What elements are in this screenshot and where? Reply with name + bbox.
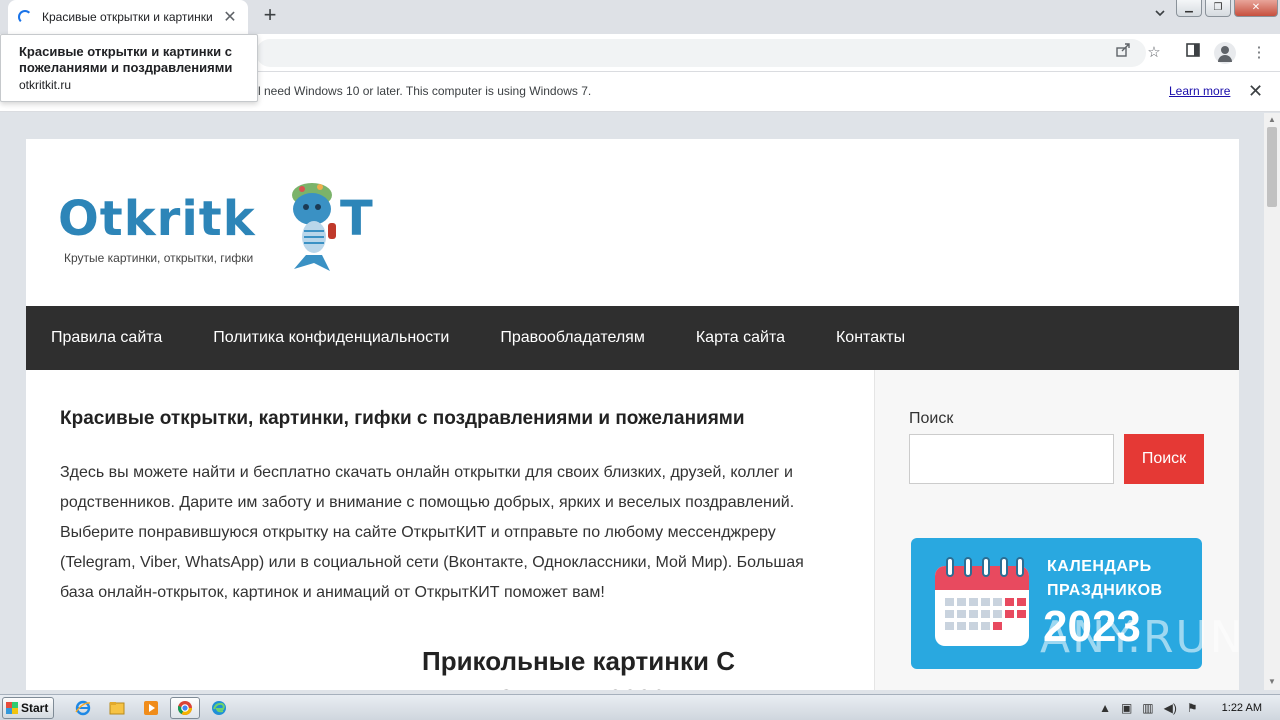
action-center-icon[interactable]: ▣ [1121, 701, 1132, 715]
nav-item-privacy[interactable]: Политика конфиденциальности [213, 329, 449, 347]
banner-title-line2: ПРАЗДНИКОВ [1047, 582, 1163, 599]
tab-hover-card: Красивые открытки и картинки с пожелания… [0, 34, 258, 102]
profile-avatar-icon[interactable] [1214, 42, 1236, 64]
intro-paragraph: Здесь вы можете найти и бесплатно скачат… [60, 464, 804, 601]
page-scrollbar[interactable]: ▲ ▼ [1264, 113, 1280, 690]
start-label: Start [21, 700, 49, 715]
search-button[interactable]: Поиск [1124, 434, 1204, 484]
search-input[interactable] [909, 434, 1114, 484]
scroll-down-arrow-icon[interactable]: ▼ [1267, 677, 1277, 687]
minimize-button[interactable]: ▁ [1176, 0, 1202, 17]
anyrun-watermark: ANY.RUN [1040, 612, 1245, 663]
share-icon[interactable] [1112, 42, 1134, 64]
network-icon[interactable]: ▥ [1142, 701, 1153, 715]
main-nav: Правила сайта Политика конфиденциальност… [26, 306, 1239, 370]
loading-spinner-icon [18, 10, 32, 24]
show-hidden-icons-icon[interactable]: ▲ [1099, 701, 1111, 715]
calendar-icon [935, 557, 1029, 646]
nav-item-sitemap[interactable]: Карта сайта [696, 329, 785, 347]
restore-button[interactable]: ❐ [1205, 0, 1231, 17]
tab-close-icon[interactable]: ✕ [222, 7, 238, 27]
system-tray: ▲ ▣ ▥ ◀) ⚑ 1:22 AM [1099, 695, 1280, 720]
page-viewport: Otkritk T Крутые картинки, открытки, гиф… [0, 113, 1264, 690]
taskbar-clock[interactable]: 1:22 AM [1222, 702, 1262, 714]
section-heading[interactable]: Прикольные картинки С Днем Святого 2023 [422, 642, 782, 690]
logo-wordmark-t: T [340, 191, 373, 247]
windows-logo-icon [6, 701, 18, 714]
chrome-icon[interactable] [170, 696, 200, 719]
hover-card-url: otkritkit.ru [19, 78, 72, 92]
nav-item-rules[interactable]: Правила сайта [51, 329, 162, 347]
windows-taskbar: Start ▲ ▣ ▥ ◀) ⚑ 1:22 AM [0, 694, 1280, 720]
banner-title-line1: КАЛЕНДАРЬ [1047, 558, 1152, 575]
media-player-icon[interactable] [136, 697, 166, 719]
tab-search-chevron-icon[interactable] [1150, 7, 1170, 27]
search-label: Поиск [909, 410, 954, 427]
main-content: Красивые открытки, картинки, гифки с поз… [26, 370, 874, 690]
volume-icon[interactable]: ◀) [1164, 701, 1177, 715]
edge-icon[interactable] [204, 697, 234, 719]
start-button[interactable]: Start [2, 696, 54, 719]
nav-item-copyright[interactable]: Правообладателям [500, 329, 645, 347]
file-explorer-icon[interactable] [102, 697, 132, 719]
site-header: Otkritk T Крутые картинки, открытки, гиф… [26, 139, 1239, 306]
address-bar[interactable] [256, 39, 1146, 67]
window-close-button[interactable]: ✕ [1234, 0, 1278, 17]
window-controls: ▁ ❐ ✕ [1176, 0, 1278, 17]
tab-title: Красивые открытки и картинки с пожелания… [42, 10, 216, 24]
flag-icon[interactable]: ⚑ [1187, 701, 1198, 715]
hover-card-title: Красивые открытки и картинки с пожелания… [19, 44, 233, 75]
site-logo[interactable]: Otkritk T Крутые картинки, открытки, гиф… [58, 179, 378, 274]
browser-tab[interactable]: Красивые открытки и картинки с пожелания… [8, 0, 248, 34]
infobar-close-icon[interactable]: ✕ [1248, 81, 1263, 102]
page-title: Красивые открытки, картинки, гифки с поз… [60, 408, 745, 429]
learn-more-link[interactable]: Learn more [1169, 84, 1230, 98]
internet-explorer-icon[interactable] [68, 697, 98, 719]
bookmark-star-icon[interactable]: ☆ [1143, 42, 1165, 64]
infobar-message: l need Windows 10 or later. This compute… [258, 84, 592, 98]
nav-item-contacts[interactable]: Контакты [836, 329, 905, 347]
side-panel-icon[interactable] [1182, 42, 1204, 64]
fish-mascot-icon [292, 183, 336, 271]
menu-kebab-icon[interactable]: ⋮ [1248, 42, 1270, 64]
scroll-up-arrow-icon[interactable]: ▲ [1267, 115, 1277, 125]
site-container: Otkritk T Крутые картинки, открытки, гиф… [26, 139, 1239, 690]
scroll-thumb[interactable] [1267, 127, 1277, 207]
new-tab-button[interactable]: + [258, 4, 282, 28]
tab-strip: Красивые открытки и картинки с пожелания… [0, 0, 1280, 34]
logo-wordmark: Otkritk [58, 191, 256, 247]
logo-tagline: Крутые картинки, открытки, гифки [64, 251, 254, 265]
